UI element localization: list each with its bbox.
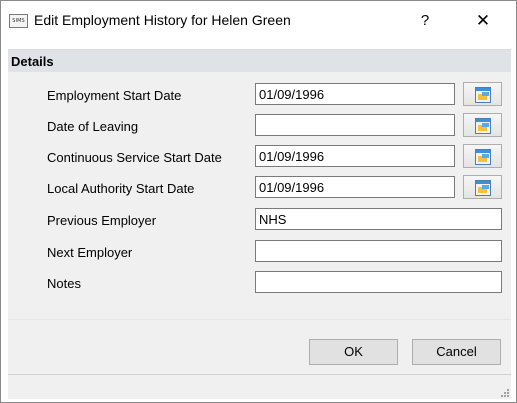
details-section-header: Details [8, 50, 511, 72]
previous-employer-label: Previous Employer [47, 213, 157, 228]
continuous-service-calendar-button[interactable] [463, 144, 502, 168]
dialog-window: SIMS Edit Employment History for Helen G… [0, 0, 517, 403]
date-of-leaving-label: Date of Leaving [47, 119, 139, 134]
dialog-title: Edit Employment History for Helen Green [34, 12, 291, 28]
calendar-icon [475, 118, 491, 134]
previous-employer-input[interactable] [255, 208, 502, 230]
next-employer-input[interactable] [255, 240, 502, 262]
sims-app-icon: SIMS [9, 14, 28, 28]
help-icon[interactable]: ? [415, 9, 435, 33]
local-authority-start-date-label: Local Authority Start Date [47, 181, 195, 196]
notes-input[interactable] [255, 271, 502, 293]
status-bar [8, 374, 511, 399]
calendar-icon [475, 149, 491, 165]
button-bar: OK Cancel [8, 319, 511, 375]
ok-button[interactable]: OK [309, 339, 398, 365]
employment-start-date-input[interactable] [255, 83, 455, 105]
cancel-button[interactable]: Cancel [412, 339, 501, 365]
employment-start-date-calendar-button[interactable] [463, 82, 502, 106]
close-icon[interactable]: ✕ [471, 9, 495, 33]
employment-start-date-label: Employment Start Date [47, 88, 182, 103]
date-of-leaving-input[interactable] [255, 114, 455, 136]
continuous-service-start-date-input[interactable] [255, 145, 455, 167]
calendar-icon [475, 87, 491, 103]
notes-label: Notes [47, 276, 81, 291]
resize-grip-icon[interactable] [499, 387, 509, 397]
calendar-icon [475, 180, 491, 196]
local-authority-start-date-input[interactable] [255, 176, 455, 198]
continuous-service-start-date-label: Continuous Service Start Date [47, 150, 222, 165]
title-bar[interactable]: SIMS Edit Employment History for Helen G… [1, 1, 516, 41]
section-title: Details [11, 54, 54, 69]
date-of-leaving-calendar-button[interactable] [463, 113, 502, 137]
next-employer-label: Next Employer [47, 245, 133, 260]
local-authority-calendar-button[interactable] [463, 175, 502, 199]
dialog-body: Details Employment Start Date Date of Le… [8, 49, 511, 399]
